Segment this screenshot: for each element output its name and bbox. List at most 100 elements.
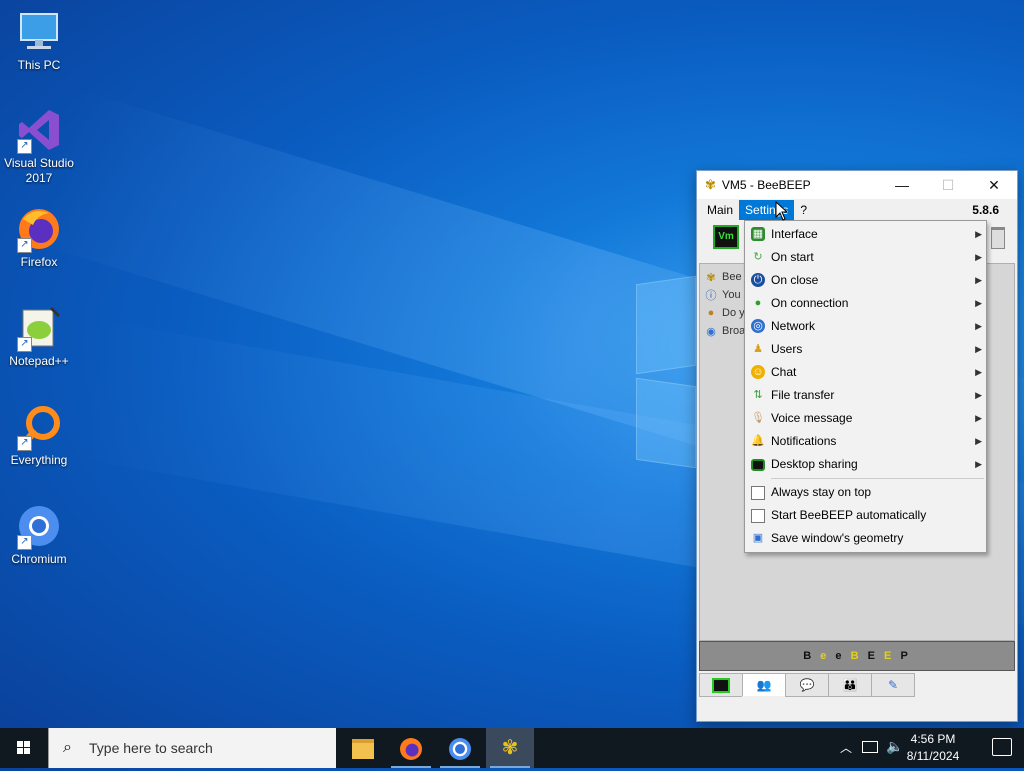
shortcut-arrow-icon: ↗ bbox=[17, 238, 32, 253]
menu-item-label: Desktop sharing bbox=[771, 457, 858, 471]
network-icon[interactable] bbox=[862, 741, 878, 753]
submenu-arrow-icon: ▶ bbox=[975, 436, 982, 446]
desktop-icon-label: Notepad++ bbox=[9, 354, 69, 368]
checkbox[interactable] bbox=[751, 486, 765, 500]
minimize-button[interactable]: — bbox=[879, 171, 925, 199]
everything-search-icon: ↗ bbox=[15, 403, 63, 451]
menu-item-label: Always stay on top bbox=[771, 485, 872, 499]
submenu-arrow-icon: ▶ bbox=[975, 275, 982, 285]
shortcut-arrow-icon: ↗ bbox=[17, 436, 32, 451]
checkbox[interactable] bbox=[751, 509, 765, 523]
users-tab-icon[interactable]: 👥 bbox=[742, 673, 785, 696]
shortcut-arrow-icon: ↗ bbox=[17, 337, 32, 352]
wallpaper-logo-pane bbox=[636, 275, 696, 375]
desktop-icon-notepad-plus-plus[interactable]: ↗ Notepad++ bbox=[0, 304, 78, 369]
menu-item-voice-message[interactable]: 🎙 Voice message ▶ bbox=[745, 407, 986, 430]
menu-help[interactable]: ? bbox=[794, 200, 813, 220]
shortcut-arrow-icon: ↗ bbox=[17, 139, 32, 154]
network-icon: ◎ bbox=[751, 319, 765, 333]
on-connection-icon: ● bbox=[754, 297, 762, 309]
close-button[interactable]: ✕ bbox=[971, 171, 1017, 199]
list-item-text: You bbox=[722, 289, 741, 301]
beebeep-icon[interactable]: ✾ bbox=[486, 728, 534, 768]
chevron-up-icon[interactable]: ︿ bbox=[840, 739, 852, 756]
bottom-tabs: 👥 💬 👪 ✎ bbox=[699, 673, 915, 697]
taskbar: ⌕ Type here to search ✾ ︿ 🔈 4:56 PM 8/11… bbox=[0, 728, 1024, 768]
maximize-button[interactable]: ☐ bbox=[925, 171, 971, 199]
banner-letter: B bbox=[850, 650, 862, 662]
list-item-text: Broa bbox=[722, 325, 746, 337]
trash-icon[interactable] bbox=[991, 227, 1005, 249]
menu-item-notifications[interactable]: 🔔 Notifications ▶ bbox=[745, 430, 986, 453]
chat-icon: ☺ bbox=[751, 365, 765, 379]
home-tab-icon[interactable] bbox=[699, 673, 742, 697]
groups-tab-icon[interactable]: 👪 bbox=[828, 673, 871, 697]
desktop-icon-label: Visual Studio 2017 bbox=[4, 156, 74, 185]
file-explorer-icon[interactable] bbox=[339, 728, 387, 768]
menu-item-interface[interactable]: ▦ Interface ▶ bbox=[745, 223, 986, 246]
taskbar-clock[interactable]: 4:56 PM 8/11/2024 bbox=[898, 731, 968, 765]
menu-item-label: Start BeeBEEP automatically bbox=[771, 508, 927, 522]
menu-item-chat[interactable]: ☺ Chat ▶ bbox=[745, 361, 986, 384]
desktop-icon-firefox[interactable]: ↗ Firefox bbox=[0, 205, 78, 270]
menu-item-always-on-top[interactable]: Always stay on top bbox=[745, 481, 986, 504]
chromium-icon[interactable] bbox=[436, 728, 484, 768]
on-close-icon: ⏻ bbox=[751, 273, 765, 287]
menu-item-file-transfer[interactable]: ⇅ File transfer ▶ bbox=[745, 384, 986, 407]
bee-icon: ✾ bbox=[706, 271, 716, 284]
vm-status-icon[interactable]: Vm bbox=[713, 225, 739, 249]
menu-item-label: On connection bbox=[771, 296, 849, 310]
submenu-arrow-icon: ▶ bbox=[975, 229, 982, 239]
chromium-icon: ↗ bbox=[15, 502, 63, 550]
menu-item-label: Interface bbox=[771, 227, 818, 241]
menu-item-label: On close bbox=[771, 273, 819, 287]
menu-item-desktop-sharing[interactable]: Desktop sharing ▶ bbox=[745, 453, 986, 476]
desktop-sharing-icon bbox=[751, 459, 765, 471]
banner-letter: B bbox=[803, 650, 815, 662]
taskbar-search-box[interactable]: ⌕ Type here to search bbox=[48, 728, 336, 768]
chat-tab-icon[interactable]: 💬 bbox=[785, 673, 828, 697]
desktop-icon-label: Everything bbox=[10, 453, 68, 467]
windows-logo-icon bbox=[17, 741, 30, 754]
desktop-icon-label: Firefox bbox=[20, 255, 58, 269]
computer-icon bbox=[15, 8, 63, 56]
settings-dropdown-menu: ▦ Interface ▶ ↻ On start ▶ ⏻ On close ▶ ● On co… bbox=[744, 220, 987, 553]
menubar: Main Settings ? 5.8.6 bbox=[697, 199, 1017, 221]
menu-item-label: File transfer bbox=[771, 388, 835, 402]
action-center-icon[interactable] bbox=[992, 738, 1012, 756]
menu-item-label: Notifications bbox=[771, 434, 837, 448]
desktop-icon-label: Chromium bbox=[11, 552, 67, 566]
menu-item-on-connection[interactable]: ● On connection ▶ bbox=[745, 292, 986, 315]
submenu-arrow-icon: ▶ bbox=[975, 344, 982, 354]
desktop-icon-this-pc[interactable]: This PC bbox=[0, 8, 78, 73]
clock-date: 8/11/2024 bbox=[906, 749, 960, 763]
users-icon: ♟ bbox=[753, 343, 763, 355]
broadcast-icon: ◉ bbox=[706, 325, 716, 338]
file-transfer-icon: ⇅ bbox=[753, 389, 763, 401]
interface-icon: ▦ bbox=[751, 227, 765, 241]
menu-item-label: Save window's geometry bbox=[771, 531, 904, 545]
notifications-icon: 🔔 bbox=[751, 435, 765, 447]
question-icon: ● bbox=[707, 307, 715, 319]
menu-item-save-geometry[interactable]: ▣ Save window's geometry bbox=[745, 527, 986, 550]
menu-item-on-close[interactable]: ⏻ On close ▶ bbox=[745, 269, 986, 292]
version-label: 5.8.6 bbox=[972, 203, 999, 217]
desktop-icon-everything[interactable]: ↗ Everything bbox=[0, 403, 78, 468]
menu-item-users[interactable]: ♟ Users ▶ bbox=[745, 338, 986, 361]
start-button[interactable] bbox=[0, 728, 48, 768]
menu-item-on-start[interactable]: ↻ On start ▶ bbox=[745, 246, 986, 269]
files-tab-icon[interactable]: ✎ bbox=[871, 673, 915, 697]
desktop-icon-chromium[interactable]: ↗ Chromium bbox=[0, 502, 78, 567]
window-titlebar[interactable]: ✾ VM5 - BeeBEEP — ☐ ✕ bbox=[697, 171, 1017, 199]
voice-message-icon: 🎙 bbox=[751, 412, 765, 424]
menu-item-start-automatically[interactable]: Start BeeBEEP automatically bbox=[745, 504, 986, 527]
firefox-icon[interactable] bbox=[387, 728, 435, 768]
menu-item-label: Chat bbox=[771, 365, 797, 379]
wallpaper-logo-pane bbox=[636, 377, 696, 469]
menu-main[interactable]: Main bbox=[701, 200, 739, 220]
desktop-icon-visual-studio[interactable]: ↗ Visual Studio 2017 bbox=[0, 106, 78, 186]
clock-time: 4:56 PM bbox=[910, 732, 956, 746]
banner-letter: E bbox=[884, 650, 895, 662]
banner-letter: P bbox=[900, 650, 911, 662]
menu-item-network[interactable]: ◎ Network ▶ bbox=[745, 315, 986, 338]
